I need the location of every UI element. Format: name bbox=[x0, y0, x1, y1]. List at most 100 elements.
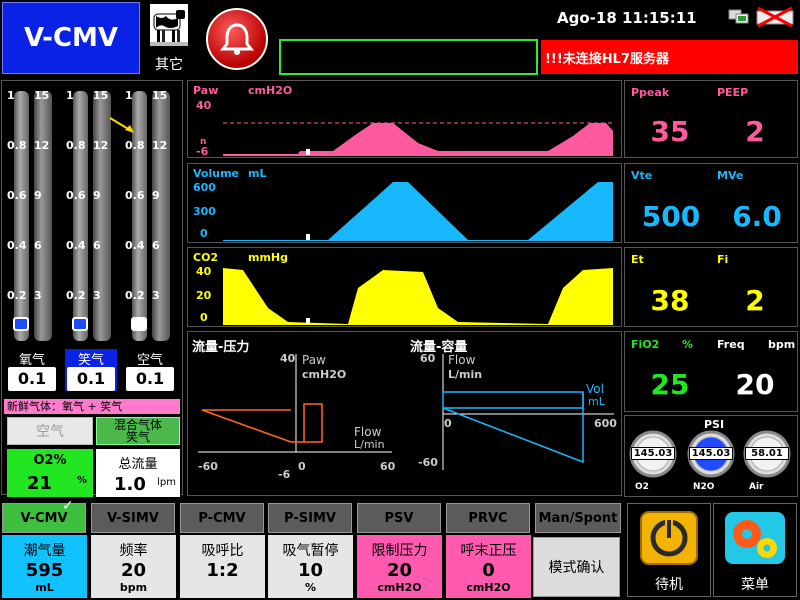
tube-tick-right: 15 bbox=[152, 89, 168, 102]
param-value: 10 bbox=[297, 560, 324, 581]
param-unit: bpm bbox=[119, 581, 148, 594]
peep-label: PEEP bbox=[717, 86, 749, 99]
network-icon bbox=[728, 9, 749, 24]
fv-y-label: Flow bbox=[448, 353, 476, 367]
animal-selector[interactable]: 其它 bbox=[146, 2, 192, 74]
et-value: 38 bbox=[650, 284, 690, 317]
param-name: 限制压力 bbox=[371, 543, 428, 559]
mixed-gas-button[interactable]: 混合气体 笑气 bbox=[96, 417, 180, 445]
pressure-limit-setting[interactable]: 限制压力 20 cmH2O bbox=[357, 535, 442, 598]
flowmeter-float bbox=[72, 317, 88, 331]
vte-label: Vte bbox=[631, 169, 653, 182]
freq-label: Freq bbox=[717, 338, 745, 351]
gears-icon bbox=[725, 512, 785, 564]
tube-tick-right: 3 bbox=[152, 289, 160, 302]
o2-percent-label: O2% bbox=[33, 453, 67, 468]
mode-tab-man-spont[interactable]: Man/Spont bbox=[535, 503, 621, 533]
paw-wave-max: 40 bbox=[196, 99, 212, 112]
pressure-gauge: 58.01 Air bbox=[743, 430, 793, 496]
co2-wave-max: 40 bbox=[196, 265, 212, 278]
alarm-silence-button[interactable] bbox=[206, 8, 268, 70]
n2o-flow-readout[interactable]: 笑气 0.1 bbox=[65, 349, 117, 391]
animal-label: 其它 bbox=[155, 57, 183, 73]
rate-setting[interactable]: 频率 20 bpm bbox=[91, 535, 176, 598]
param-name: 吸呼比 bbox=[201, 543, 244, 559]
fp-x-right: 60 bbox=[380, 460, 396, 473]
co2-numerics: Et Fi 38 2 bbox=[624, 247, 798, 327]
air-flow-readout[interactable]: 空气 0.1 bbox=[124, 349, 176, 391]
tidal-volume-setting[interactable]: 潮气量 595 mL bbox=[2, 535, 87, 598]
o2-percent-setting[interactable]: O2% 21 % bbox=[7, 449, 93, 497]
freq-unit: bpm bbox=[768, 338, 796, 351]
peep-setting[interactable]: 呼末正压 0 cmH2O bbox=[446, 535, 531, 598]
ppeak-value: 35 bbox=[650, 115, 690, 148]
tube-tick-left: 0.2 bbox=[7, 289, 27, 302]
total-flow-setting[interactable]: 总流量 1.0 lpm bbox=[96, 449, 180, 497]
ppeak-label: Ppeak bbox=[631, 86, 670, 99]
gauge-value: 145.03 bbox=[689, 447, 733, 460]
mode-tab-psv[interactable]: PSV bbox=[357, 503, 441, 533]
selected-check-icon: ✓ bbox=[62, 498, 74, 514]
o2-percent-value: 21 bbox=[27, 473, 53, 494]
tube-tick-right: 15 bbox=[93, 89, 109, 102]
fi-value: 2 bbox=[745, 284, 765, 317]
flow-pressure-loop bbox=[198, 354, 392, 453]
mode-tab-p-cmv[interactable]: P-CMV bbox=[180, 503, 264, 533]
volume-waveform: Volume mL 600 300 0 bbox=[187, 163, 622, 243]
fv-y-bottom: -60 bbox=[418, 456, 438, 469]
standby-label: 待机 bbox=[655, 577, 683, 593]
param-unit: % bbox=[304, 581, 317, 594]
co2-wave-min: 0 bbox=[200, 311, 208, 324]
param-name: 吸气暂停 bbox=[282, 543, 339, 559]
tube-tick-left: 1 bbox=[7, 89, 15, 102]
tube-tick-right: 3 bbox=[93, 289, 101, 302]
pressure-gauge: 145.03 N2O bbox=[687, 430, 737, 496]
paw-trace bbox=[223, 122, 613, 156]
current-mode-display[interactable]: V-CMV bbox=[2, 2, 140, 74]
fv-x-unit: mL bbox=[588, 395, 605, 408]
o2-flow-readout[interactable]: 氧气 0.1 bbox=[6, 349, 58, 391]
tube-tick-right: 12 bbox=[152, 139, 168, 152]
current-mode-label: V-CMV bbox=[23, 23, 119, 53]
volume-numerics: Vte MVe 500 6.0 bbox=[624, 163, 798, 243]
paw-waveform: Paw cmH2O 40 n -6 bbox=[187, 80, 622, 158]
tube-tick-left: 0.8 bbox=[66, 139, 86, 152]
fresh-gas-title: 新鲜气体：氧气 + 笑气 bbox=[4, 399, 180, 414]
mode-tab-v-simv[interactable]: V-SIMV bbox=[91, 503, 175, 533]
tube-tick-right: 6 bbox=[34, 239, 42, 252]
tube-tick-left: 0.2 bbox=[125, 289, 145, 302]
o2-percent-unit: % bbox=[76, 475, 87, 486]
gauge-value: 145.03 bbox=[631, 447, 675, 460]
total-flow-unit: lpm bbox=[157, 477, 176, 488]
mode-confirm-button[interactable]: 模式确认 bbox=[533, 537, 620, 597]
param-value: 20 bbox=[120, 560, 147, 581]
tube-tick-left: 0.4 bbox=[125, 239, 145, 252]
param-name: 潮气量 bbox=[23, 543, 66, 559]
alarm-message-bar bbox=[279, 39, 538, 75]
et-label: Et bbox=[631, 253, 644, 266]
mode-tab-p-simv[interactable]: P-SIMV bbox=[268, 503, 352, 533]
inspiratory-pause-setting[interactable]: 吸气暂停 10% bbox=[268, 535, 353, 598]
param-unit: cmH2O bbox=[377, 581, 422, 594]
air-button[interactable]: 空气 bbox=[7, 417, 93, 445]
mode-tab-prvc[interactable]: PRVC bbox=[446, 503, 530, 533]
fv-y-unit: L/min bbox=[448, 368, 483, 381]
standby-button[interactable]: 待机 bbox=[627, 503, 711, 597]
air-flow-name: 空气 bbox=[136, 353, 163, 368]
paw-wave-min-b: -6 bbox=[196, 145, 209, 158]
total-flow-value: 1.0 bbox=[114, 474, 146, 495]
param-value: 595 bbox=[25, 560, 64, 581]
menu-button[interactable]: 菜单 bbox=[713, 503, 797, 597]
tube-tick-left: 0.4 bbox=[7, 239, 27, 252]
peep-value: 2 bbox=[745, 115, 765, 148]
ie-ratio-setting[interactable]: 吸呼比 1:2 bbox=[180, 535, 265, 598]
mve-label: MVe bbox=[717, 169, 744, 182]
power-icon bbox=[640, 511, 698, 565]
mve-value: 6.0 bbox=[732, 200, 782, 233]
tube-tick-left: 1 bbox=[125, 89, 133, 102]
total-flow-label: 总流量 bbox=[118, 457, 158, 472]
tube-tick-left: 0.6 bbox=[7, 189, 27, 202]
o2-flow-name: 氧气 bbox=[18, 353, 45, 368]
tube-tick-right: 12 bbox=[93, 139, 109, 152]
volume-wave-max: 600 bbox=[193, 181, 216, 194]
